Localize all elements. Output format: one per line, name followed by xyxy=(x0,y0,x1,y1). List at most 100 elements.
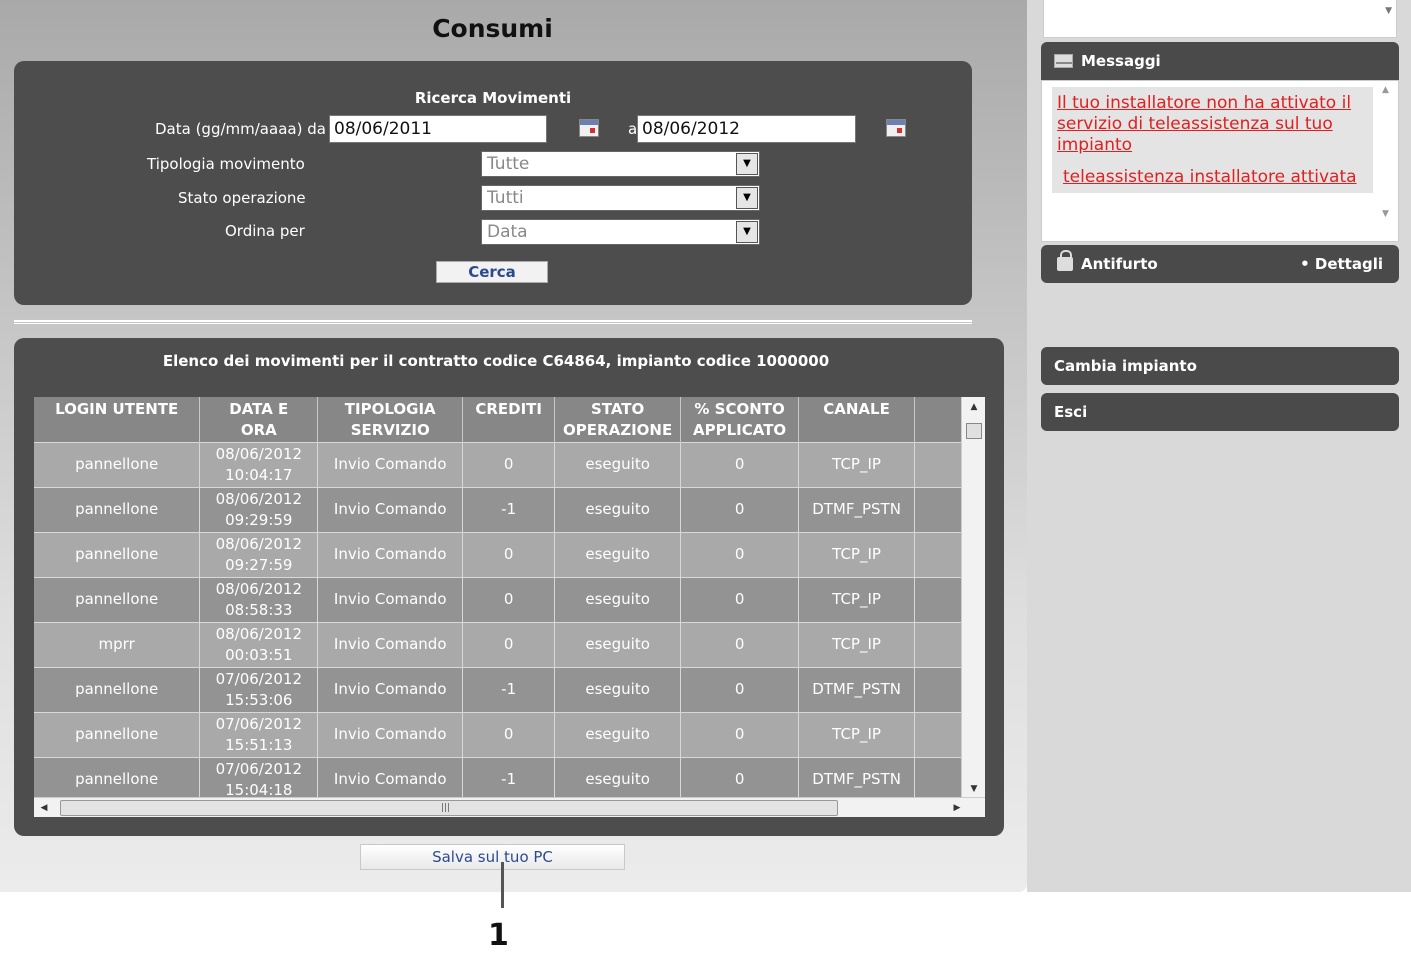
cell-datetime: 07/06/2012 15:53:06 xyxy=(199,666,319,712)
column-header[interactable]: DATA E ORA xyxy=(199,397,319,442)
cell-sconto: 0 xyxy=(680,441,800,487)
cell-sconto: 0 xyxy=(680,621,800,667)
cell-tipo: Invio Comando xyxy=(317,756,464,797)
ordina-select-value: Data xyxy=(487,222,528,242)
cell-login: pannellone xyxy=(34,576,201,622)
stato-select[interactable]: Tutti ▼ xyxy=(481,185,760,211)
antifurto-header[interactable]: Antifurto • Dettagli xyxy=(1041,245,1399,283)
stato-label: Stato operazione xyxy=(178,189,306,207)
cell-stato: eseguito xyxy=(554,576,682,622)
cell-date: 08/06/2012 xyxy=(215,534,303,553)
scroll-thumb[interactable]: ||| xyxy=(60,800,838,816)
column-header[interactable]: STATO OPERAZIONE xyxy=(554,397,682,442)
dropdown-arrow-icon[interactable]: ▼ xyxy=(736,187,758,209)
cell-sconto: 0 xyxy=(680,531,800,577)
scroll-down-icon[interactable]: ▼ xyxy=(1382,209,1389,219)
cell-datetime: 07/06/2012 15:04:18 xyxy=(199,756,319,797)
save-to-pc-button[interactable]: Salva sul tuo PC xyxy=(360,844,625,870)
table-row: pannellone 07/06/2012 15:53:06 Invio Comand… xyxy=(34,666,962,712)
cell-tipo: Invio Comando xyxy=(317,711,464,757)
cell-canale: TCP_IP xyxy=(798,531,916,577)
cell-crediti: 0 xyxy=(462,711,556,757)
cell-time: 15:04:18 xyxy=(225,780,293,797)
cell-datetime: 08/06/2012 08:58:33 xyxy=(199,576,319,622)
cerca-button[interactable]: Cerca xyxy=(436,261,548,283)
cambia-impianto-button[interactable]: Cambia impianto xyxy=(1041,347,1399,385)
cell-crediti: 0 xyxy=(462,531,556,577)
table-row: mprr 08/06/2012 00:03:51 Invio Comando 0 eseg… xyxy=(34,621,962,667)
message-link[interactable]: teleassistenza installatore attivata xyxy=(1063,167,1369,188)
dropdown-arrow-icon[interactable]: ▼ xyxy=(736,153,758,175)
column-header-line: LOGIN UTENTE xyxy=(55,400,179,418)
movements-caption: Elenco dei movimenti per il contratto co… xyxy=(162,352,830,370)
messages-scrollbar[interactable]: ▲ ▼ xyxy=(1378,83,1396,239)
search-panel: Ricerca Movimenti Data (gg/mm/aaaa) da 0… xyxy=(14,61,972,305)
cell-datetime: 08/06/2012 09:29:59 xyxy=(199,486,319,532)
cell-sconto: 0 xyxy=(680,486,800,532)
cell-empty xyxy=(914,756,962,797)
date-to-input[interactable]: 08/06/2012 xyxy=(637,115,856,143)
cell-date: 08/06/2012 xyxy=(215,444,303,463)
cell-empty xyxy=(914,666,962,712)
cell-empty xyxy=(914,576,962,622)
column-header[interactable]: % SCONTO APPLICATO xyxy=(680,397,800,442)
calendar-icon[interactable] xyxy=(886,119,906,137)
column-header[interactable]: CREDITI xyxy=(462,397,556,442)
column-header[interactable]: TIPOLOGIA SERVIZIO xyxy=(317,397,464,442)
cell-canale: TCP_IP xyxy=(798,441,916,487)
cell-tipo: Invio Comando xyxy=(317,666,464,712)
column-header[interactable]: CANALE xyxy=(798,397,916,442)
scroll-left-icon[interactable]: ◀ xyxy=(36,800,52,816)
cell-sconto: 0 xyxy=(680,756,800,797)
horizontal-scrollbar[interactable]: ◀ ||| ▶ xyxy=(34,797,985,817)
cell-empty xyxy=(914,531,962,577)
message-link[interactable]: Il tuo installatore non ha attivato il s… xyxy=(1057,93,1369,156)
date-from-label: Data (gg/mm/aaaa) da xyxy=(155,120,326,138)
mail-icon xyxy=(1054,54,1073,68)
page-title: Consumi xyxy=(432,14,553,43)
cell-stato: eseguito xyxy=(554,531,682,577)
column-header-line: % SCONTO xyxy=(694,400,785,418)
date-from-input[interactable]: 08/06/2011 xyxy=(329,115,547,143)
cell-date: 08/06/2012 xyxy=(215,624,303,643)
ordina-select[interactable]: Data ▼ xyxy=(481,219,760,245)
dropdown-arrow-icon[interactable]: ▼ xyxy=(736,221,758,243)
cell-login: pannellone xyxy=(34,666,201,712)
cell-login: pannellone xyxy=(34,441,201,487)
cell-tipo: Invio Comando xyxy=(317,441,464,487)
cell-date: 08/06/2012 xyxy=(215,579,303,598)
cell-datetime: 08/06/2012 10:04:17 xyxy=(199,441,319,487)
cell-stato: eseguito xyxy=(554,621,682,667)
callout-number: 1 xyxy=(488,918,509,953)
esci-button[interactable]: Esci xyxy=(1041,393,1399,431)
scroll-down-icon[interactable]: ▼ xyxy=(1385,6,1392,16)
cell-login: pannellone xyxy=(34,486,201,532)
cell-tipo: Invio Comando xyxy=(317,486,464,532)
cell-stato: eseguito xyxy=(554,441,682,487)
scroll-up-icon[interactable]: ▲ xyxy=(1382,85,1389,95)
scroll-right-icon[interactable]: ▶ xyxy=(949,800,965,816)
calendar-icon[interactable] xyxy=(579,119,599,137)
column-header[interactable]: LOGIN UTENTE xyxy=(34,397,201,442)
column-header-line: CANALE xyxy=(823,400,890,418)
vertical-scrollbar[interactable]: ▲ ▼ xyxy=(961,397,985,797)
callout-line xyxy=(501,862,504,908)
messaggi-header: Messaggi xyxy=(1041,42,1399,80)
cell-login: pannellone xyxy=(34,756,201,797)
cell-datetime: 08/06/2012 00:03:51 xyxy=(199,621,319,667)
sidebar-top-box: ▼ xyxy=(1043,0,1397,38)
table-row: pannellone 08/06/2012 09:27:59 Invio Comand… xyxy=(34,531,962,577)
cell-stato: eseguito xyxy=(554,711,682,757)
tipologia-select[interactable]: Tutte ▼ xyxy=(481,151,760,177)
cell-canale: TCP_IP xyxy=(798,711,916,757)
dettagli-link[interactable]: • Dettagli xyxy=(1300,245,1383,283)
scroll-down-icon[interactable]: ▼ xyxy=(962,781,986,797)
cell-date: 07/06/2012 xyxy=(215,669,303,688)
divider xyxy=(14,320,972,324)
scroll-up-icon[interactable]: ▲ xyxy=(962,399,986,415)
movements-table: LOGIN UTENTE DATA E ORA TIPOLOGIA SERVIZIO CR… xyxy=(34,397,962,797)
antifurto-title: Antifurto xyxy=(1081,255,1158,273)
table-row: pannellone 07/06/2012 15:04:18 Invio Comand… xyxy=(34,756,962,797)
column-header xyxy=(914,397,962,442)
scroll-thumb[interactable] xyxy=(966,423,982,439)
